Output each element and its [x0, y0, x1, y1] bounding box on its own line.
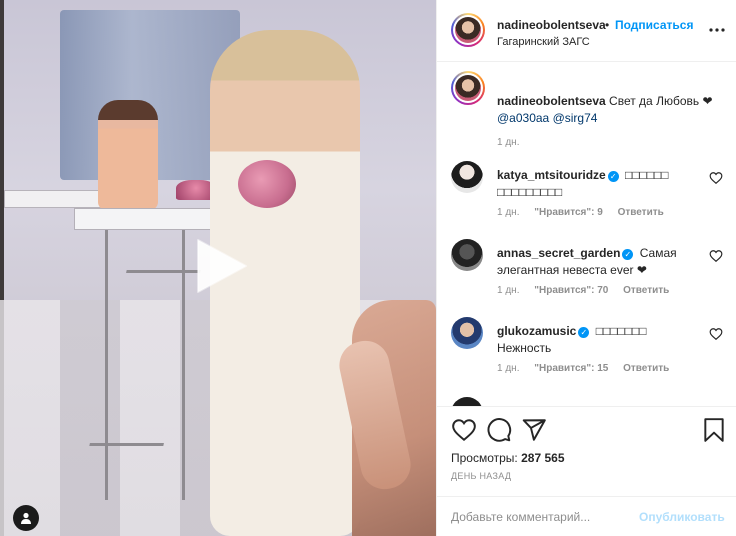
- comment-meta: 1 дн. "Нравится": 70 Ответить: [497, 285, 681, 296]
- views-label: Просмотры:: [451, 451, 518, 465]
- comment-like-button[interactable]: [709, 327, 723, 341]
- media-background-person: [98, 100, 158, 210]
- author-avatar[interactable]: [451, 13, 485, 47]
- heart-icon: [452, 419, 476, 442]
- more-icon: [709, 28, 725, 32]
- caption-username[interactable]: nadineobolentseva: [497, 94, 606, 108]
- heart-icon: [709, 172, 723, 185]
- comment-time: 1 дн.: [497, 207, 520, 218]
- author-username[interactable]: nadineobolentseva: [497, 18, 606, 32]
- media-podium-stand: [105, 230, 185, 500]
- reply-button[interactable]: Ответить: [623, 285, 669, 296]
- reply-button[interactable]: Ответить: [618, 207, 664, 218]
- verified-badge-icon: ✓: [578, 327, 590, 338]
- share-icon: [522, 419, 546, 441]
- comment-time: 1 дн.: [497, 363, 520, 374]
- comment-time: 1 дн.: [497, 285, 520, 296]
- comment-likes[interactable]: "Нравится": 70: [534, 285, 608, 296]
- mention-link[interactable]: @a030aa: [497, 111, 549, 125]
- add-comment-bar: Опубликовать: [437, 496, 736, 536]
- comment-meta: 1 дн. "Нравится": 9 Ответить: [497, 207, 676, 218]
- comment-avatar[interactable]: [451, 317, 483, 349]
- comment-likes[interactable]: "Нравится": 9: [534, 207, 603, 218]
- heart-icon: [709, 250, 723, 263]
- caption-time: 1 дн.: [497, 137, 520, 148]
- mention-link[interactable]: @sirg74: [553, 111, 598, 125]
- comment-username[interactable]: katya_mtsitouridze: [497, 168, 606, 182]
- heart-icon: [709, 328, 723, 341]
- caption-body: Свет да Любовь ❤: [609, 94, 713, 108]
- comment-text: glukozamusic ✓ □□□□□□□ Нежность: [497, 323, 693, 357]
- media-podium: [74, 208, 214, 230]
- follow-button[interactable]: Подписаться: [615, 18, 693, 32]
- post-date[interactable]: ДЕНЬ НАЗАД: [451, 471, 511, 481]
- publish-button[interactable]: Опубликовать: [639, 510, 725, 524]
- location-link[interactable]: Гагаринский ЗАГС: [497, 36, 590, 48]
- like-button[interactable]: [451, 417, 477, 443]
- comment-avatar[interactable]: [451, 397, 483, 406]
- comments-list[interactable]: nadineobolentseva Свет да Любовь ❤ @a030…: [437, 63, 736, 406]
- views-counter[interactable]: Просмотры: 287 565: [451, 451, 565, 465]
- play-button[interactable]: [194, 236, 250, 296]
- comment-username[interactable]: glukozamusic: [497, 324, 576, 338]
- media-bouquet: [238, 160, 296, 208]
- comment-text: katya_mtsitouridze ✓ □□□□□□ □□□□□□□□□: [497, 167, 693, 201]
- caption-avatar[interactable]: [451, 71, 485, 105]
- comment-icon: [487, 418, 512, 442]
- comment-input[interactable]: [451, 507, 641, 527]
- post-media-video[interactable]: [0, 0, 436, 536]
- user-tag-button[interactable]: [13, 505, 39, 531]
- reply-button[interactable]: Ответить: [623, 363, 669, 374]
- bookmark-icon: [704, 418, 724, 442]
- comment-button[interactable]: [486, 417, 512, 443]
- comment-meta: 1 дн. "Нравится": 15 Ответить: [497, 363, 681, 374]
- post-side-panel: nadineobolentseva • Подписаться Гагаринс…: [436, 0, 736, 536]
- comment-avatar[interactable]: [451, 239, 483, 271]
- post-header: nadineobolentseva • Подписаться Гагаринс…: [437, 0, 736, 62]
- verified-badge-icon: ✓: [622, 249, 634, 260]
- save-button[interactable]: [701, 417, 727, 443]
- views-count: 287 565: [521, 451, 565, 465]
- more-options-button[interactable]: [707, 22, 727, 38]
- play-icon: [197, 239, 247, 293]
- share-button[interactable]: [521, 417, 547, 443]
- comment-text: annas_secret_garden ✓ Самая элегантная не…: [497, 245, 693, 279]
- user-tag-icon: [21, 512, 31, 524]
- comment-username[interactable]: annas_secret_garden: [497, 246, 620, 260]
- comment-avatar[interactable]: [451, 161, 483, 193]
- comment-likes[interactable]: "Нравится": 15: [534, 363, 608, 374]
- caption-text: nadineobolentseva Свет да Любовь ❤ @a030…: [497, 93, 717, 127]
- separator-dot: •: [605, 18, 610, 32]
- comment-like-button[interactable]: [709, 171, 723, 185]
- verified-badge-icon: ✓: [607, 171, 619, 182]
- post-actions: Просмотры: 287 565 ДЕНЬ НАЗАД: [437, 406, 736, 501]
- comment-like-button[interactable]: [709, 249, 723, 263]
